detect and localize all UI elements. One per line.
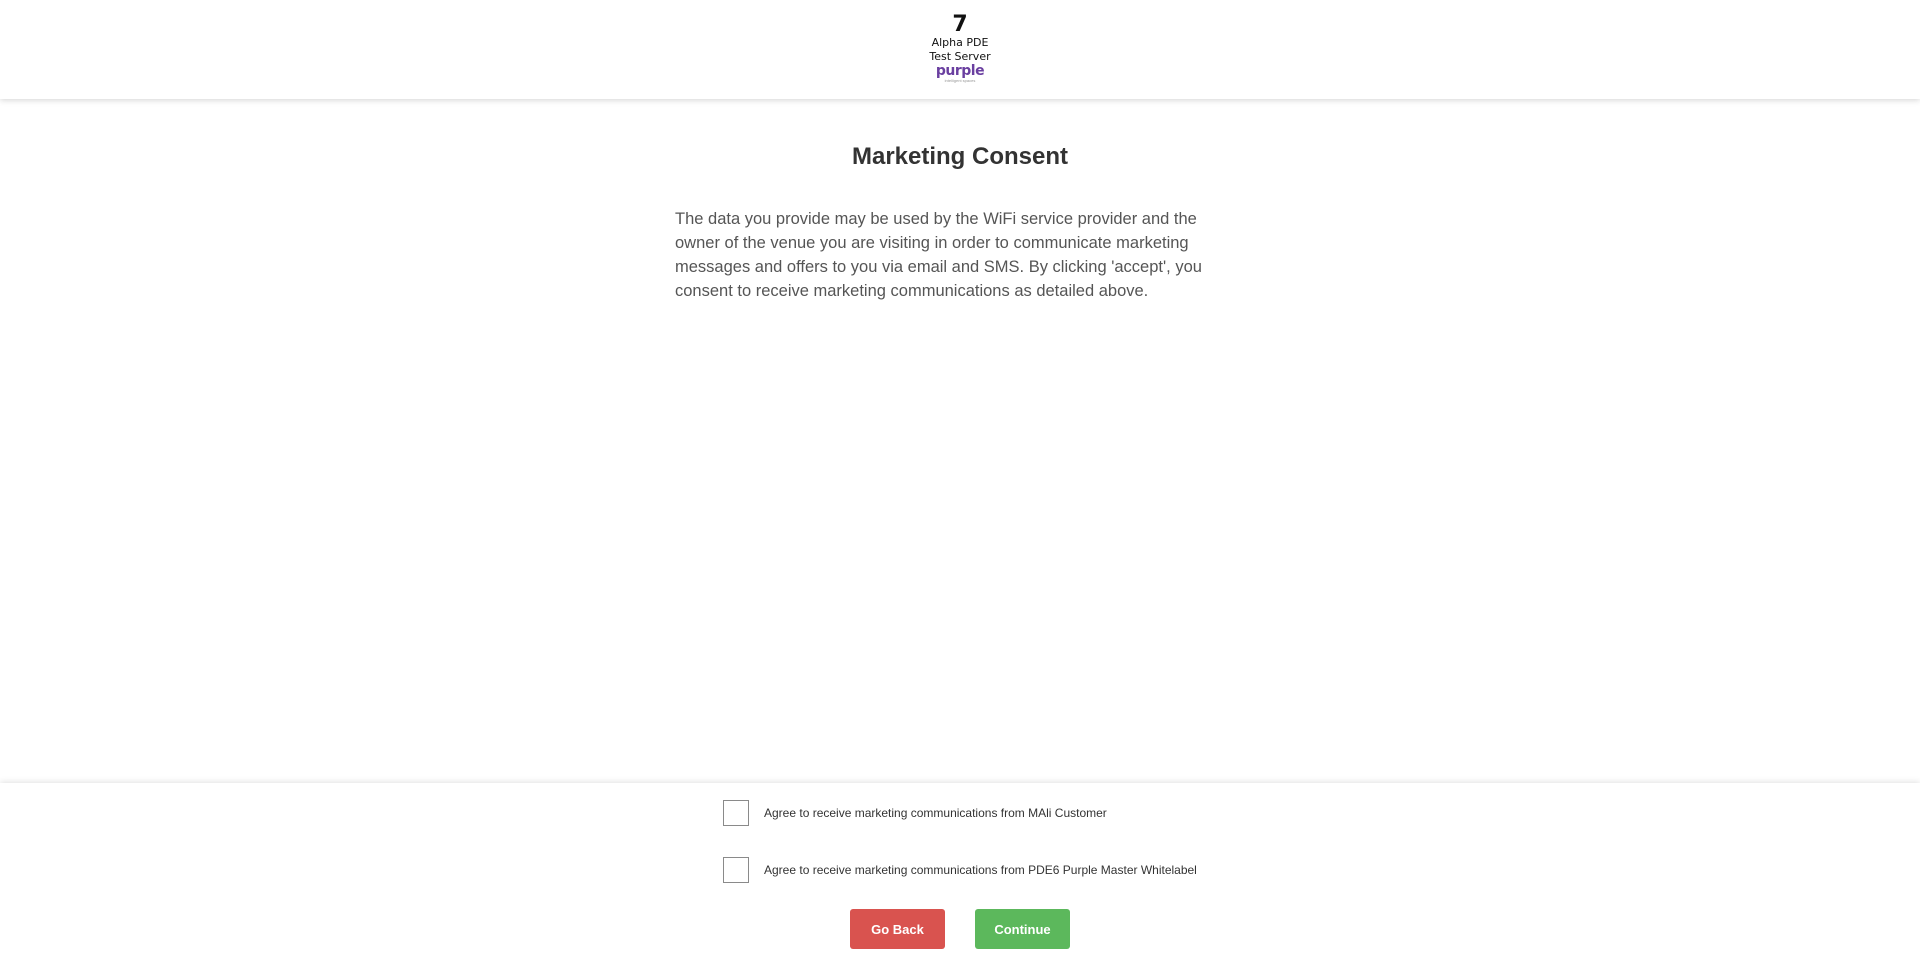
consent-checkbox-mali-customer[interactable] <box>723 800 749 826</box>
consent-checkbox-pde6-whitelabel[interactable] <box>723 857 749 883</box>
consent-label-pde6-whitelabel: Agree to receive marketing communication… <box>764 863 1197 877</box>
logo-brand: purple <box>935 63 985 79</box>
main-content: Marketing Consent The data you provide m… <box>675 99 1245 303</box>
logo-tagline: intelligent spaces <box>944 78 976 83</box>
venue-logo: 7 Alpha PDE Test Server purple intellige… <box>920 14 1000 84</box>
consent-label-mali-customer: Agree to receive marketing communication… <box>764 806 1107 820</box>
page-title: Marketing Consent <box>851 143 1069 170</box>
consent-row-pde6-whitelabel: Agree to receive marketing communication… <box>723 856 1197 884</box>
consent-row-mali-customer: Agree to receive marketing communication… <box>723 799 1107 827</box>
logo-line-1: Alpha PDE <box>931 36 989 49</box>
logo-number: 7 <box>952 12 968 37</box>
header: 7 Alpha PDE Test Server purple intellige… <box>0 0 1920 99</box>
consent-footer: Agree to receive marketing communication… <box>0 783 1920 968</box>
go-back-button[interactable]: Go Back <box>850 909 945 949</box>
consent-description: The data you provide may be used by the … <box>675 210 1202 300</box>
logo-line-2: Test Server <box>929 50 991 63</box>
continue-button[interactable]: Continue <box>975 909 1070 949</box>
